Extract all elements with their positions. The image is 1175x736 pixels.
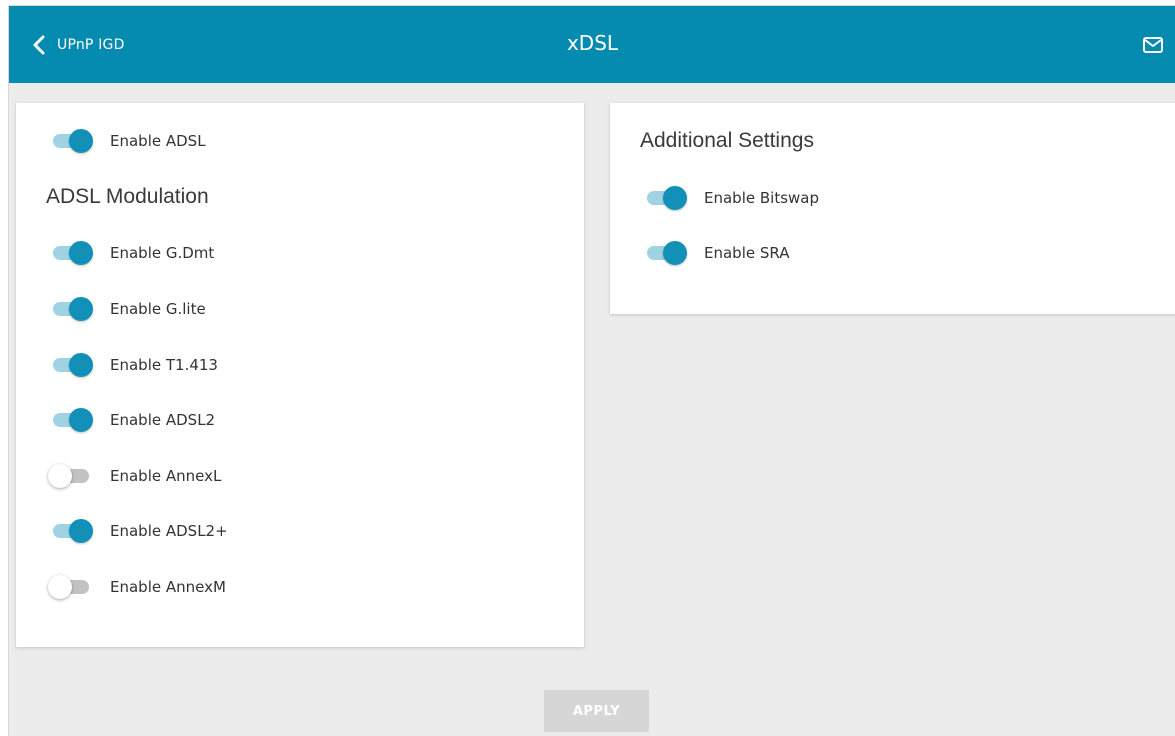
toggle-switch[interactable] xyxy=(642,239,690,267)
adsl-settings-card: Enable ADSL ADSL Modulation Enable G.Dmt… xyxy=(16,103,584,647)
page-title: xDSL xyxy=(566,31,619,55)
toggle-switch[interactable] xyxy=(48,295,96,323)
section-title-additional-settings: Additional Settings xyxy=(640,129,814,152)
enable-t1413-toggle[interactable]: Enable T1.413 xyxy=(48,351,218,379)
enable-bitswap-toggle[interactable]: Enable Bitswap xyxy=(642,184,819,212)
toggle-label: Enable AnnexL xyxy=(110,467,222,485)
toggle-label: Enable ADSL2 xyxy=(110,411,216,429)
toggle-switch[interactable] xyxy=(48,127,96,155)
top-bar: UPnP IGD xDSL xyxy=(9,6,1175,83)
toggle-label: Enable Bitswap xyxy=(704,189,819,207)
toggle-label: Enable T1.413 xyxy=(110,356,218,374)
enable-adsl-toggle[interactable]: Enable ADSL xyxy=(48,127,206,155)
toggle-label: Enable AnnexM xyxy=(110,578,226,596)
toggle-label: Enable SRA xyxy=(704,244,790,262)
toggle-label: Enable G.lite xyxy=(110,300,206,318)
enable-annexm-toggle[interactable]: Enable AnnexM xyxy=(48,573,226,601)
enable-gdmt-toggle[interactable]: Enable G.Dmt xyxy=(48,239,214,267)
toggle-label: Enable G.Dmt xyxy=(110,244,215,262)
enable-adsl2plus-toggle[interactable]: Enable ADSL2+ xyxy=(48,517,228,545)
enable-annexl-toggle[interactable]: Enable AnnexL xyxy=(48,462,221,490)
enable-glite-toggle[interactable]: Enable G.lite xyxy=(48,295,206,323)
toggle-switch[interactable] xyxy=(48,406,96,434)
additional-settings-card: Additional Settings Enable Bitswap Enabl… xyxy=(610,103,1175,314)
apply-button[interactable]: APPLY xyxy=(544,690,649,732)
toggle-switch[interactable] xyxy=(642,184,690,212)
section-title-adsl-modulation: ADSL Modulation xyxy=(46,185,209,208)
enable-adsl2-toggle[interactable]: Enable ADSL2 xyxy=(48,406,215,434)
toggle-label: Enable ADSL xyxy=(110,132,206,150)
enable-sra-toggle[interactable]: Enable SRA xyxy=(642,239,789,267)
mail-icon[interactable] xyxy=(1142,34,1164,56)
toggle-switch[interactable] xyxy=(48,239,96,267)
toggle-switch[interactable] xyxy=(48,573,96,601)
toggle-switch[interactable] xyxy=(48,462,96,490)
toggle-switch[interactable] xyxy=(48,351,96,379)
toggle-label: Enable ADSL2+ xyxy=(110,522,228,540)
toggle-switch[interactable] xyxy=(48,517,96,545)
app-frame: UPnP IGD xDSL Enable ADSL ADSL Modulatio… xyxy=(8,5,1175,736)
